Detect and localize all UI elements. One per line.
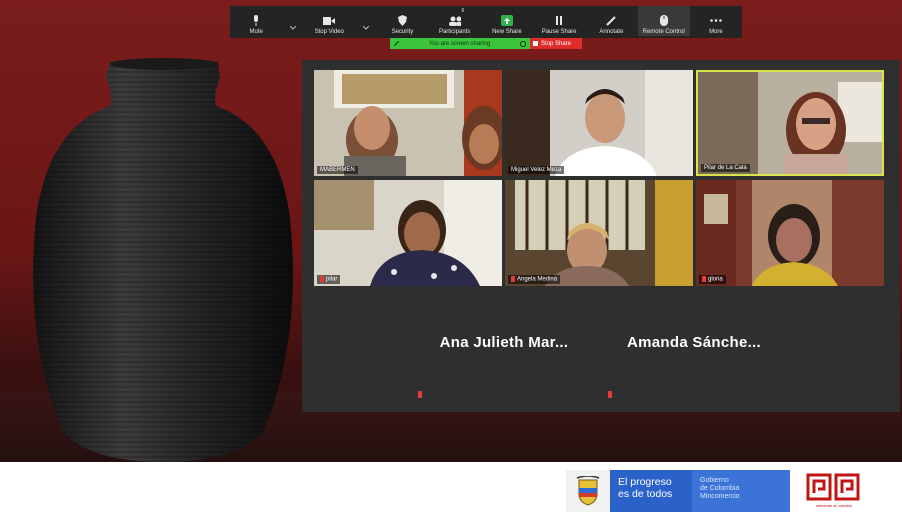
stop-video-label: Stop Video: [314, 29, 344, 35]
pause-share-button[interactable]: Pause Share: [533, 6, 585, 36]
shield-icon: [397, 15, 407, 26]
mute-button[interactable]: Mute: [230, 6, 282, 36]
muted-mic-icon: [511, 276, 515, 283]
stop-video-button[interactable]: Stop Video: [303, 6, 355, 36]
participant-video: [505, 70, 693, 176]
participant-video-tile[interactable]: pilar: [314, 180, 502, 286]
participant-no-video-tile[interactable]: Ana Julieth Mar...: [410, 294, 598, 412]
participant-name: Angela Medina: [508, 275, 561, 284]
annotate-button[interactable]: Annotate: [585, 6, 637, 36]
stop-share-button[interactable]: Stop Share: [530, 38, 582, 49]
video-options-button[interactable]: [355, 6, 376, 36]
annotate-label: Annotate: [599, 29, 624, 35]
remote-control-label: Remote Control: [642, 29, 685, 35]
sharing-status[interactable]: You are screen sharing: [390, 38, 530, 49]
artesanias-mark-icon: [806, 473, 860, 501]
ministry-line-3: Mincomercio: [700, 493, 740, 500]
new-share-label: New Share: [492, 29, 522, 35]
security-button[interactable]: Security: [376, 6, 428, 36]
mouse-icon: [659, 15, 668, 26]
government-logo: El progreso es de todos Gobierno de Colo…: [566, 470, 790, 512]
participant-video-tile[interactable]: Angela Medina: [505, 180, 693, 286]
ministry-line-2: de Colombia: [700, 485, 740, 492]
more-label: More: [709, 29, 723, 35]
participant-name: gloria: [699, 275, 726, 284]
chevron-up-icon: [362, 25, 369, 30]
participants-label: Participants: [438, 29, 471, 35]
audio-options-button[interactable]: [282, 6, 303, 36]
ministry-name: Gobierno de Colombia Mincomercio: [692, 470, 790, 512]
participant-video-tile[interactable]: gloria: [696, 180, 884, 286]
participant-video: [314, 180, 502, 286]
gallery-view-panel: MABERMEN Miguel Velez Meza Pilar de La C…: [302, 60, 900, 412]
pause-share-label: Pause Share: [541, 29, 577, 35]
ministry-line-1: Gobierno: [700, 477, 729, 484]
slogan: El progreso es de todos: [610, 470, 692, 512]
participant-name: Pilar de La Cala: [701, 164, 750, 172]
artesanias-logo: artesanías de colombia: [804, 472, 864, 512]
pin-icon: [394, 41, 399, 46]
slogan-line-1: El progreso: [618, 476, 672, 488]
participant-video-tile[interactable]: MABERMEN: [314, 70, 502, 176]
shield-check-icon: [520, 40, 526, 47]
participant-video: [505, 180, 693, 286]
slogan-line-2: es de todos: [618, 488, 673, 500]
microphone-icon: [254, 15, 259, 26]
pause-icon: [556, 16, 563, 25]
participant-video-tile[interactable]: Miguel Velez Meza: [505, 70, 693, 176]
mute-label: Mute: [249, 29, 263, 35]
muted-mic-icon: [702, 276, 706, 283]
shared-screen: Mute Stop Video Security 6 Participants …: [0, 0, 902, 462]
pencil-icon: [606, 15, 617, 26]
meeting-toolbar: Mute Stop Video Security 6 Participants …: [230, 6, 742, 38]
participant-no-video-tile[interactable]: Amanda Sánche...: [600, 294, 788, 412]
more-button[interactable]: More: [690, 6, 742, 36]
video-camera-icon: [323, 16, 336, 25]
sharing-bar: You are screen sharing Stop Share: [390, 38, 582, 49]
participant-video: [696, 180, 884, 286]
remote-control-button[interactable]: Remote Control: [637, 6, 690, 36]
participants-button[interactable]: 6 Participants: [429, 6, 481, 36]
stop-share-label: Stop Share: [541, 40, 572, 47]
artesanias-caption: artesanías de colombia: [815, 504, 853, 508]
participant-video: [314, 70, 502, 176]
participant-display-name: Amanda Sánche...: [626, 334, 761, 351]
stop-icon: [533, 41, 538, 46]
sharing-status-text: You are screen sharing: [428, 40, 491, 47]
new-share-button[interactable]: New Share: [481, 6, 533, 36]
participant-name: Miguel Velez Meza: [508, 166, 565, 174]
security-label: Security: [391, 29, 414, 35]
participant-name: pilar: [317, 275, 341, 284]
more-dots-icon: [710, 19, 722, 22]
participant-video-tile-active-speaker[interactable]: Pilar de La Cala: [696, 70, 884, 176]
chevron-up-icon: [289, 25, 296, 30]
muted-mic-icon: [608, 391, 612, 398]
participant-name: MABERMEN: [317, 166, 358, 174]
muted-mic-icon: [418, 391, 422, 398]
participants-icon: [448, 16, 461, 26]
vase-image: [33, 58, 293, 462]
share-screen-icon: [503, 17, 510, 24]
participant-video: [698, 72, 882, 174]
coat-of-arms-icon: [566, 470, 610, 512]
participant-display-name: Ana Julieth Mar...: [439, 334, 569, 351]
participants-count: 6: [461, 8, 465, 14]
muted-mic-icon: [320, 276, 324, 283]
